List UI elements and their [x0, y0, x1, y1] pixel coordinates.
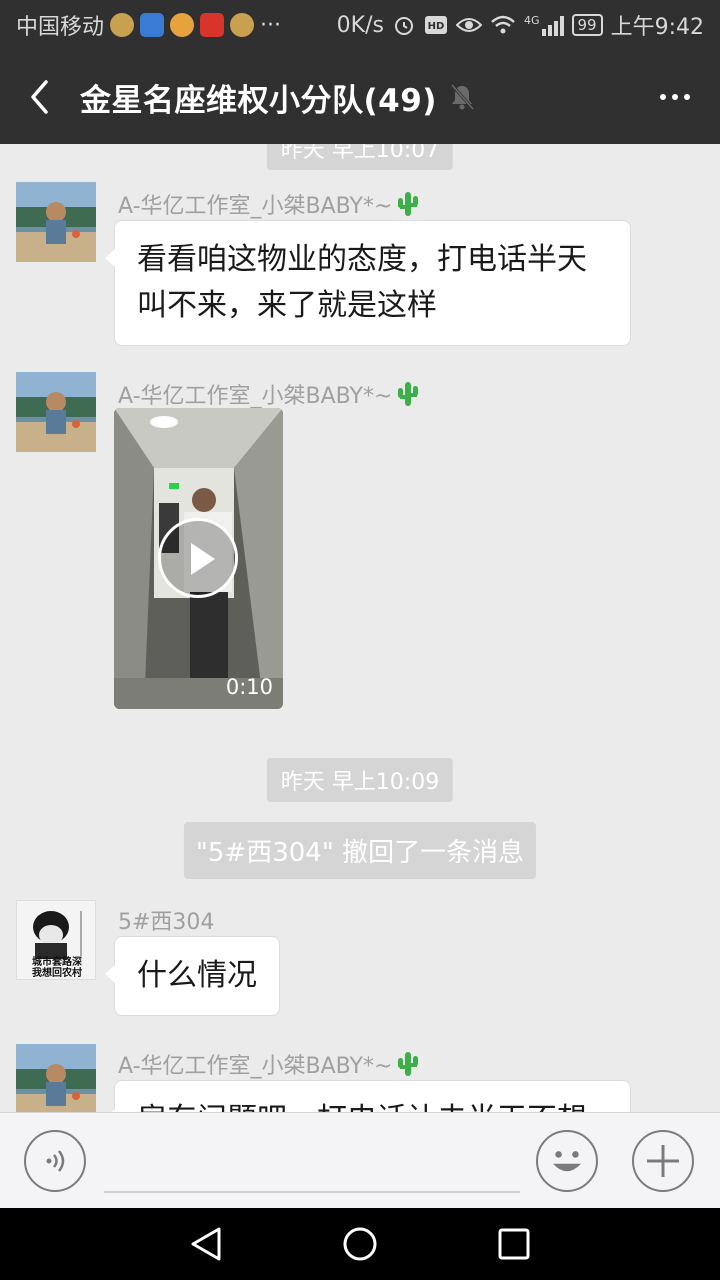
avatar-caption: 城市套路深 我想回农村	[32, 957, 82, 979]
voice-icon	[46, 1150, 65, 1172]
add-button[interactable]	[632, 1130, 694, 1192]
app-notification-icon	[110, 13, 135, 37]
video-message[interactable]: 0:10	[114, 408, 283, 709]
cactus-emoji-icon	[398, 1052, 419, 1076]
back-button[interactable]	[0, 50, 80, 144]
avatar[interactable]	[16, 1044, 96, 1112]
system-nav-bar	[0, 1208, 720, 1280]
muted-bell-icon	[449, 83, 475, 111]
emoji-icon	[552, 1151, 582, 1172]
avatar[interactable]	[16, 372, 96, 452]
hd-icon: HD	[424, 16, 447, 34]
network-type: 4G	[523, 14, 540, 27]
video-duration: 0:10	[225, 675, 273, 699]
input-bar	[0, 1112, 720, 1208]
more-notifications-icon: ···	[260, 12, 281, 38]
message-bubble[interactable]: 什么情况	[105, 936, 280, 1016]
more-options-button[interactable]	[630, 50, 720, 144]
chevron-left-icon	[31, 80, 48, 114]
chat-title: 金星名座维权小分队(49)	[80, 82, 437, 119]
weibo-notification-icon	[170, 13, 195, 37]
message-bubble[interactable]: 房东问题吧，打电话让去半天不想	[105, 1080, 631, 1112]
video-app-notification-icon	[140, 13, 165, 37]
time-divider: 昨天 早上10:09	[266, 758, 454, 802]
child-photo-avatar	[16, 372, 96, 452]
chat-header: 金星名座维权小分队(49)	[0, 50, 720, 144]
nav-home-icon[interactable]	[342, 1226, 378, 1262]
sender-name: A-华亿工作室_小桀BABY*~	[118, 378, 420, 410]
cactus-emoji-icon	[398, 192, 419, 216]
battery-icon: 99	[571, 14, 603, 36]
signal-icon: 4G	[524, 14, 564, 36]
avatar[interactable]	[16, 182, 96, 262]
nav-back-icon[interactable]	[189, 1226, 223, 1262]
message-input[interactable]	[104, 1191, 520, 1193]
shopping-notification-icon	[200, 13, 225, 37]
svg-text:HD: HD	[428, 21, 445, 32]
wifi-icon	[491, 15, 515, 34]
carrier-label: 中国移动	[16, 15, 105, 40]
sender-name: 5#西304	[118, 910, 215, 935]
child-photo-avatar	[16, 182, 96, 262]
clock: 上午9:42	[610, 15, 704, 40]
plus-icon	[647, 1145, 679, 1177]
message-list[interactable]: 昨天 早上10:07 A-华亿工作室_小桀BABY*~ 看看咱这物业的态度，打电…	[0, 144, 720, 1112]
message-bubble[interactable]: 看看咱这物业的态度，打电话半天 叫不来，来了就是这样	[105, 220, 631, 346]
status-bar: 中国移动 ··· 0K/s HD 4G 99 上午9:42	[0, 0, 720, 50]
sender-name: A-华亿工作室_小桀BABY*~	[118, 1048, 420, 1080]
nav-recents-icon[interactable]	[497, 1227, 531, 1261]
tiktok-notification-icon	[230, 13, 255, 37]
time-divider-partial: 昨天 早上10:07	[266, 144, 454, 170]
more-dots-icon	[660, 94, 666, 100]
cactus-emoji-icon	[398, 382, 419, 406]
play-icon[interactable]	[158, 518, 238, 598]
sender-name: A-华亿工作室_小桀BABY*~	[118, 188, 420, 220]
voice-button[interactable]	[24, 1130, 86, 1192]
avatar[interactable]: 城市套路深 我想回农村	[16, 900, 96, 980]
net-speed: 0K/s	[336, 12, 384, 38]
recall-notice: "5#西304" 撤回了一条消息	[183, 822, 537, 879]
child-photo-avatar	[16, 1044, 96, 1112]
alarm-icon	[394, 17, 413, 35]
emoji-button[interactable]	[536, 1130, 598, 1192]
eye-icon	[455, 18, 482, 32]
